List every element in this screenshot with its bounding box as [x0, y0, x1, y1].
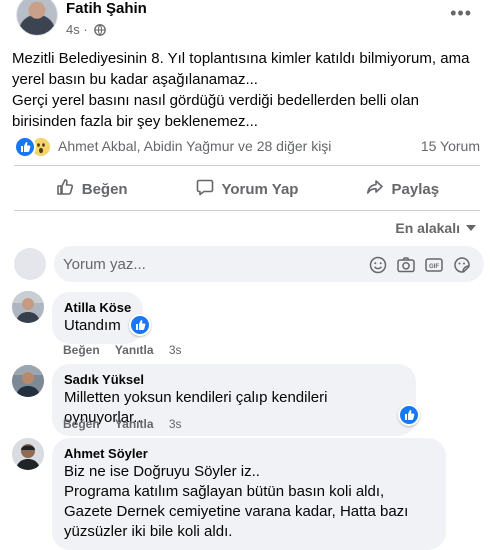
- share-button[interactable]: Paylaş: [325, 172, 480, 206]
- reactions-summary[interactable]: Ahmet Akbal, Abidin Yağmur ve 28 diğer k…: [58, 138, 331, 154]
- share-button-label: Paylaş: [391, 180, 440, 198]
- globe-icon: [94, 24, 107, 39]
- like-button-label: Beğen: [81, 180, 128, 198]
- current-user-avatar[interactable]: [14, 248, 46, 280]
- comment-reply-link[interactable]: Yanıtla: [115, 417, 154, 431]
- comment-button[interactable]: Yorum Yap: [169, 172, 324, 206]
- emoji-icon[interactable]: [368, 255, 388, 275]
- more-options-icon[interactable]: •••: [450, 4, 472, 22]
- comment-actions: Beğen Yanıtla 3s: [63, 343, 194, 357]
- author-avatar[interactable]: [16, 0, 58, 36]
- post-text: Mezitli Belediyesinin 8. Yıl toplantısın…: [12, 48, 482, 132]
- comment-reply-link[interactable]: Yanıtla: [115, 343, 154, 357]
- commenter-name[interactable]: Atilla Köse: [64, 300, 131, 316]
- commenter-avatar[interactable]: [12, 365, 44, 397]
- post-text-line: yerel basın bu kadar aşağılanamaz...: [12, 71, 258, 88]
- comment-like-reaction-icon[interactable]: [398, 404, 420, 426]
- comment-time[interactable]: 3s: [169, 417, 182, 431]
- like-button[interactable]: Beğen: [14, 172, 169, 206]
- comment-like-link[interactable]: Beğen: [63, 343, 100, 357]
- post-text-line: Gerçi yerel basını nasıl gördüğü verdiği…: [12, 92, 419, 109]
- sort-label: En alakalı: [395, 220, 460, 236]
- gif-icon[interactable]: GIF: [424, 255, 444, 275]
- comment-bubble: Ahmet Söyler Biz ne ise Doğruyu Söyler i…: [52, 438, 446, 550]
- post-text-line: birisinden fazla bir şey beklenemez...: [12, 113, 258, 130]
- post-actions-bar: Beğen Yorum Yap Paylaş: [14, 172, 480, 206]
- post-time[interactable]: 4s: [66, 22, 80, 37]
- comment-text-line: Programa katılım sağlayan bütün basın ko…: [64, 483, 385, 500]
- thumbs-up-icon: [56, 178, 74, 200]
- caret-down-icon: [466, 225, 476, 231]
- sticker-icon[interactable]: [452, 255, 472, 275]
- comment-count[interactable]: 15 Yorum: [421, 138, 480, 154]
- share-arrow-icon: [366, 178, 384, 200]
- comment-input-placeholder: Yorum yaz...: [63, 256, 146, 273]
- post-author-name[interactable]: Fatih Şahin: [66, 0, 147, 17]
- comment-like-link[interactable]: Beğen: [63, 417, 100, 431]
- comment-text: Utandım: [64, 317, 121, 334]
- commenter-avatar[interactable]: [12, 291, 44, 323]
- comment-button-label: Yorum Yap: [221, 180, 299, 198]
- comment-text-line: Biz ne ise Doğruyu Söyler iz..: [64, 463, 260, 480]
- comment-text-line: yüzsüzler iki bile koli aldı.: [64, 523, 233, 540]
- post-text-line: Mezitli Belediyesinin 8. Yıl toplantısın…: [12, 50, 470, 67]
- comment-icon: [196, 178, 214, 200]
- commenter-name[interactable]: Sadık Yüksel: [64, 372, 404, 388]
- commenter-avatar[interactable]: [12, 438, 44, 470]
- camera-icon[interactable]: [396, 255, 416, 275]
- comment-time[interactable]: 3s: [169, 343, 182, 357]
- comment-text-line: Gazete Dernek cemiyetine varana kadar, H…: [64, 503, 409, 520]
- comment-actions: Beğen Yanıtla 3s: [63, 417, 194, 431]
- divider: [14, 165, 480, 166]
- svg-text:GIF: GIF: [429, 264, 439, 270]
- like-icon: [14, 136, 36, 158]
- divider: [14, 210, 480, 211]
- comment-like-reaction-icon[interactable]: [129, 314, 151, 336]
- comment-sort-dropdown[interactable]: En alakalı: [395, 220, 476, 236]
- comment-bubble: Atilla Köse Utandım: [52, 292, 144, 344]
- post-meta: 4s ·: [66, 22, 107, 39]
- commenter-name[interactable]: Ahmet Söyler: [64, 446, 434, 462]
